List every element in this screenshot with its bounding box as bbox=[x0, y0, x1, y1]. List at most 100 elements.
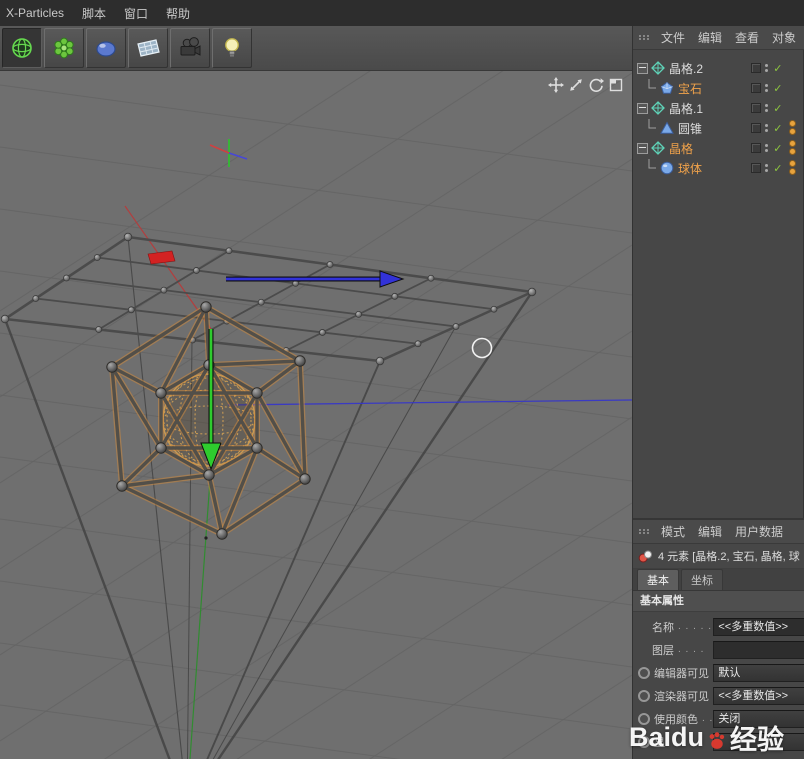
enabled-check-icon[interactable]: ✓ bbox=[772, 162, 783, 175]
object-name[interactable]: 晶格.1 bbox=[669, 100, 703, 117]
object-tree: 晶格.2 ✓ 宝石 ✓ 晶格.1 ✓ 圆锥 ✓ 晶格 ✓ 球体 ✓ bbox=[633, 50, 804, 518]
field-label: 编辑器可见 bbox=[654, 665, 709, 681]
deformer-dots-icon[interactable] bbox=[787, 160, 797, 176]
attribute-row: 使用颜色. .关闭 bbox=[633, 707, 804, 730]
om-menu-item-3[interactable]: 对象 bbox=[772, 29, 796, 46]
selection-info-text: 4 元素 [晶格.2, 宝石, 晶格, 球 bbox=[658, 548, 800, 564]
text-field[interactable]: <<多重数值>> bbox=[713, 618, 804, 636]
keyframe-dot-icon[interactable] bbox=[638, 667, 650, 679]
visibility-dots[interactable] bbox=[765, 143, 768, 153]
pan-icon[interactable] bbox=[548, 77, 564, 93]
attribute-row: 显 bbox=[633, 730, 804, 753]
object-row[interactable]: 晶格.1 ✓ bbox=[633, 98, 804, 118]
am-menu-item-2[interactable]: 用户数据 bbox=[735, 523, 783, 540]
visibility-dots[interactable] bbox=[765, 123, 768, 133]
menu-item-0[interactable]: X-Particles bbox=[6, 6, 64, 20]
attribute-row: 图层. . . . bbox=[633, 638, 804, 661]
field-label: 使用颜色 bbox=[654, 711, 698, 727]
dropdown-field[interactable]: 默认 bbox=[713, 664, 804, 682]
enabled-check-icon[interactable]: ✓ bbox=[772, 122, 783, 135]
menubar: X-Particles 脚本 窗口 帮助 bbox=[0, 0, 804, 26]
visibility-dots[interactable] bbox=[765, 83, 768, 93]
lattice-icon bbox=[651, 61, 665, 75]
viewport-controls bbox=[548, 77, 624, 93]
layer-chip[interactable] bbox=[751, 143, 761, 153]
layer-chip[interactable] bbox=[751, 163, 761, 173]
panel-grip-icon[interactable] bbox=[639, 35, 650, 40]
om-menu-item-0[interactable]: 文件 bbox=[661, 29, 685, 46]
om-menu-item-2[interactable]: 查看 bbox=[735, 29, 759, 46]
attribute-manager: 模式编辑用户数据 4 元素 [晶格.2, 宝石, 晶格, 球 基本坐标 基本属性… bbox=[633, 520, 804, 759]
keyframe-dot-icon[interactable] bbox=[638, 736, 650, 748]
dropdown-field[interactable]: 关闭 bbox=[713, 710, 804, 728]
enabled-check-icon[interactable]: ✓ bbox=[772, 142, 783, 155]
am-menu-items: 模式编辑用户数据 bbox=[661, 523, 783, 540]
object-name[interactable]: 圆锥 bbox=[678, 120, 702, 137]
object-manager-menubar: 文件编辑查看对象 bbox=[633, 26, 804, 50]
panel-grip-icon[interactable] bbox=[639, 529, 650, 534]
attribute-row: 渲染器可见<<多重数值>> bbox=[633, 684, 804, 707]
tab-basic[interactable]: 基本 bbox=[637, 569, 679, 590]
keyframe-dot-icon[interactable] bbox=[638, 690, 650, 702]
am-menu-item-1[interactable]: 编辑 bbox=[698, 523, 722, 540]
menu-item-2[interactable]: 窗口 bbox=[124, 5, 148, 22]
visibility-dots[interactable] bbox=[765, 63, 768, 73]
menu-item-1[interactable]: 脚本 bbox=[82, 5, 106, 22]
object-name[interactable]: 球体 bbox=[678, 160, 702, 177]
dropdown-field[interactable] bbox=[713, 733, 804, 751]
toolbar bbox=[0, 26, 632, 71]
sphere-icon bbox=[660, 161, 674, 175]
toolbar-button-wire-sphere[interactable] bbox=[2, 28, 42, 68]
viewport-canvas[interactable] bbox=[0, 71, 632, 759]
am-menu-item-0[interactable]: 模式 bbox=[661, 523, 685, 540]
expand-toggle-icon[interactable] bbox=[637, 103, 648, 114]
layer-chip[interactable] bbox=[751, 123, 761, 133]
toolbar-button-plane-grid[interactable] bbox=[128, 28, 168, 68]
enabled-check-icon[interactable]: ✓ bbox=[772, 82, 783, 95]
dropdown-field[interactable]: <<多重数值>> bbox=[713, 687, 804, 705]
field-label: 渲染器可见 bbox=[654, 688, 709, 704]
enabled-check-icon[interactable]: ✓ bbox=[772, 62, 783, 75]
object-name[interactable]: 宝石 bbox=[678, 80, 702, 97]
dotted-leader: . . . . . bbox=[678, 621, 712, 632]
layer-chip[interactable] bbox=[751, 83, 761, 93]
cinema4d-window: X-Particles脚本窗口帮助 文件编辑查看对象 晶格.2✓宝石✓晶格.1✓… bbox=[0, 0, 804, 759]
toolbar-button-light-bulb[interactable] bbox=[212, 28, 252, 68]
expand-toggle-icon[interactable] bbox=[637, 63, 648, 74]
section-header: 基本属性 bbox=[633, 591, 804, 612]
camera-icon bbox=[177, 35, 203, 61]
visibility-dots[interactable] bbox=[765, 163, 768, 173]
gem-icon bbox=[660, 81, 674, 95]
enabled-check-icon[interactable]: ✓ bbox=[772, 102, 783, 115]
multi-selection-icon bbox=[638, 549, 653, 564]
object-row[interactable]: 球体 ✓ bbox=[633, 158, 804, 178]
expand-toggle-icon[interactable] bbox=[637, 143, 648, 154]
field-label: 图层 bbox=[652, 642, 674, 658]
tab-coordinates[interactable]: 坐标 bbox=[681, 569, 723, 590]
viewport[interactable] bbox=[0, 71, 632, 759]
object-name[interactable]: 晶格.2 bbox=[669, 60, 703, 77]
zoom-icon[interactable] bbox=[568, 77, 584, 93]
object-row[interactable]: 晶格 ✓ bbox=[633, 138, 804, 158]
visibility-dots[interactable] bbox=[765, 103, 768, 113]
object-row[interactable]: 晶格.2 ✓ bbox=[633, 58, 804, 78]
toolbar-button-camera[interactable] bbox=[170, 28, 210, 68]
attribute-row: 名称. . . . .<<多重数值>> bbox=[633, 615, 804, 638]
layer-chip[interactable] bbox=[751, 63, 761, 73]
object-name[interactable]: 晶格 bbox=[669, 140, 693, 157]
text-field[interactable] bbox=[713, 641, 804, 659]
selection-info-row: 4 元素 [晶格.2, 宝石, 晶格, 球 bbox=[633, 544, 804, 569]
menu-item-3[interactable]: 帮助 bbox=[166, 5, 190, 22]
maximize-icon[interactable] bbox=[608, 77, 624, 93]
rotate-icon[interactable] bbox=[588, 77, 604, 93]
object-row[interactable]: 宝石 ✓ bbox=[633, 78, 804, 98]
om-menu-item-1[interactable]: 编辑 bbox=[698, 29, 722, 46]
keyframe-dot-icon[interactable] bbox=[638, 713, 650, 725]
layer-chip[interactable] bbox=[751, 103, 761, 113]
object-row[interactable]: 圆锥 ✓ bbox=[633, 118, 804, 138]
particle-flower-icon bbox=[51, 35, 77, 61]
deformer-dots-icon[interactable] bbox=[787, 140, 797, 156]
toolbar-button-metaball[interactable] bbox=[86, 28, 126, 68]
deformer-dots-icon[interactable] bbox=[787, 120, 797, 136]
toolbar-button-particle-flower[interactable] bbox=[44, 28, 84, 68]
